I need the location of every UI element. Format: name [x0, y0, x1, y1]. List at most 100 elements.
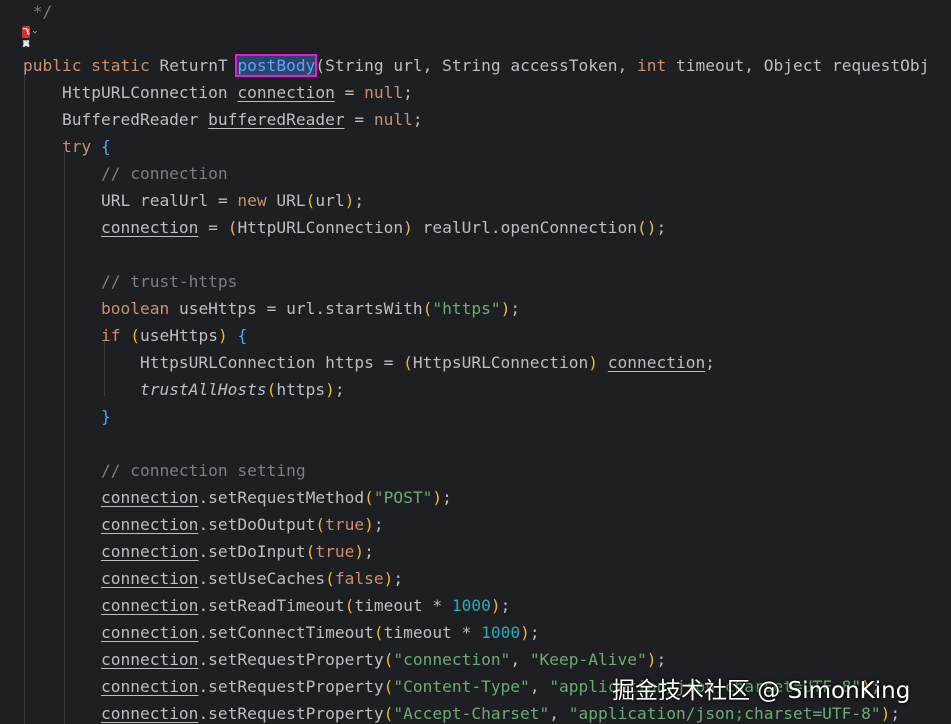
code-token: connection [100, 596, 199, 615]
code-token: ; [412, 110, 423, 129]
code-line[interactable]: HttpsURLConnection https = (HttpsURLConn… [23, 349, 715, 376]
code-token: "POST" [373, 488, 433, 507]
code-token: HttpURLConnection [23, 83, 238, 102]
code-token: , [510, 650, 530, 669]
code-token: "Content-Type" [393, 677, 530, 696]
code-token: .setConnectTimeout [198, 623, 374, 642]
code-token: ; [656, 218, 667, 237]
code-token: .setRequestMethod [198, 488, 365, 507]
code-line[interactable]: boolean useHttps = url.startsWith("https… [23, 295, 520, 322]
code-token: "https" [432, 299, 501, 318]
code-editor[interactable]: */ public static ReturnT postBody(String … [0, 0, 951, 724]
code-line[interactable]: connection.setConnectTimeout(timeout * 1… [23, 619, 540, 646]
code-token: boolean [100, 299, 170, 318]
code-token: ) [325, 380, 335, 399]
code-token: , [529, 677, 550, 696]
code-token: ) [520, 623, 530, 642]
code-line[interactable]: connection.setReadTimeout(timeout * 1000… [23, 592, 510, 619]
code-line[interactable]: connection.setDoOutput(true); [23, 511, 384, 538]
code-token: 1000 [481, 623, 521, 642]
code-token: ( [364, 488, 374, 507]
code-token: useHttps [139, 326, 218, 345]
code-token: ) [500, 299, 511, 318]
code-line[interactable]: */ [23, 0, 53, 25]
code-line[interactable]: trustAllHosts(https); [23, 376, 345, 403]
code-token: ; [403, 83, 413, 102]
code-token: HttpURLConnection [237, 218, 404, 237]
code-line[interactable]: if (useHttps) { [23, 322, 247, 349]
code-token: ( [403, 353, 413, 372]
code-token: int [637, 56, 667, 75]
code-token: ( [315, 515, 326, 534]
code-token: ) [490, 596, 501, 615]
code-token: ; [442, 488, 452, 507]
code-token: , [549, 704, 569, 723]
code-line[interactable]: connection.setRequestProperty("connectio… [23, 646, 666, 673]
code-line[interactable]: BufferedReader bufferedReader = null; [23, 106, 423, 133]
code-token: ) [344, 191, 355, 210]
code-token: https [276, 380, 326, 399]
code-token: connection [100, 488, 199, 507]
code-line[interactable]: try { [23, 133, 111, 160]
code-token: true [325, 515, 365, 534]
code-token: = [198, 218, 228, 237]
code-token: connection [100, 623, 199, 642]
code-token: = [344, 110, 374, 129]
code-token: ( [383, 677, 394, 696]
code-token: HttpsURLConnection [412, 353, 589, 372]
code-token: connection [100, 704, 199, 723]
gutter-plugin-marker[interactable]: 飞翼 [22, 25, 38, 48]
code-line[interactable]: // trust-https [23, 268, 237, 295]
chevron-down-icon[interactable] [32, 27, 38, 37]
code-token: ) [646, 650, 657, 669]
code-token: } [100, 407, 111, 426]
code-token: URL realUrl = [23, 191, 238, 210]
code-token: () [637, 218, 657, 237]
code-token: ; [500, 596, 511, 615]
code-token: "application/json;charset=UTF-8" [568, 704, 881, 723]
code-token: if [100, 326, 121, 345]
code-line[interactable]: } [23, 403, 111, 430]
code-line[interactable]: URL realUrl = new URL(url); [23, 187, 364, 214]
code-token: true [315, 542, 355, 561]
code-line[interactable]: connection = (HttpURLConnection) realUrl… [23, 214, 666, 241]
code-token: "Keep-Alive" [529, 650, 647, 669]
code-token: */ [23, 2, 53, 21]
code-token: = [334, 83, 365, 102]
code-token: postBody [235, 54, 318, 77]
code-token: ( [266, 380, 277, 399]
code-token: // connection setting [23, 461, 306, 480]
code-token: ; [705, 353, 715, 372]
code-line[interactable]: public static ReturnT postBody(String ur… [23, 52, 929, 79]
code-token: ; [364, 542, 374, 561]
code-line[interactable]: // connection setting [23, 457, 306, 484]
code-token: .setRequestProperty [198, 677, 384, 696]
code-token: ) [432, 488, 443, 507]
watermark: 掘金技术社区 @ SimonKing [612, 678, 911, 704]
code-line[interactable]: // connection [23, 160, 228, 187]
code-token: bufferedReader [208, 110, 345, 129]
code-token: ; [510, 299, 521, 318]
code-line[interactable]: connection.setDoInput(true); [23, 538, 374, 565]
code-token: null [373, 110, 413, 129]
code-line[interactable]: HttpURLConnection connection = null; [23, 79, 413, 106]
code-token: connection [607, 353, 706, 372]
code-token: new [237, 191, 267, 210]
code-line[interactable]: connection.setRequestMethod("POST"); [23, 484, 452, 511]
code-line[interactable]: connection.setUseCaches(false); [23, 565, 403, 592]
code-token: (String url, String accessToken, [315, 56, 638, 75]
